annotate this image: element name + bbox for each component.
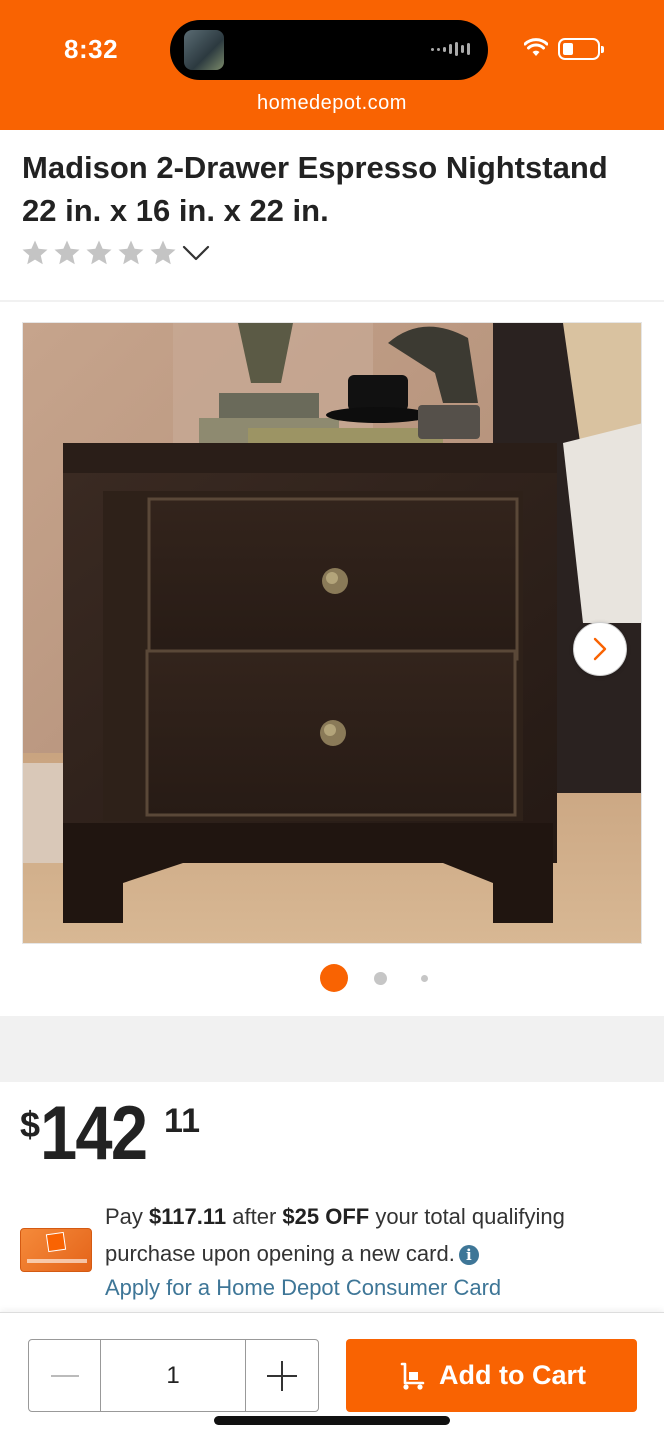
add-to-cart-button[interactable]: Add to Cart <box>346 1339 637 1412</box>
quantity-input[interactable]: 1 <box>100 1339 246 1412</box>
carousel-dot[interactable] <box>374 972 387 985</box>
star-icon <box>86 240 112 265</box>
quantity-increase-button[interactable] <box>245 1339 319 1412</box>
carousel-dot[interactable] <box>421 975 428 982</box>
home-indicator[interactable] <box>214 1416 450 1425</box>
star-icon <box>118 240 144 265</box>
plus-icon <box>267 1360 297 1391</box>
star-icon <box>150 240 176 265</box>
browser-url[interactable]: homedepot.com <box>0 92 664 115</box>
rating-stars[interactable] <box>20 238 178 268</box>
apply-card-link[interactable]: Apply for a Home Depot Consumer Card <box>105 1270 501 1306</box>
card-promo-text: Pay $117.11 after $25 OFF your total qua… <box>105 1204 565 1266</box>
quantity-decrease-button[interactable] <box>28 1339 101 1412</box>
promo-discount: $25 OFF <box>282 1204 370 1229</box>
chevron-right-icon <box>593 637 607 661</box>
minus-icon <box>50 1374 79 1377</box>
chevron-down-icon[interactable] <box>182 243 210 263</box>
status-time: 8:32 <box>64 34 119 64</box>
promo-amount: $117.11 <box>149 1204 227 1229</box>
star-icon <box>22 240 48 265</box>
next-image-button[interactable] <box>573 622 627 676</box>
audio-wave-icon <box>431 42 470 56</box>
wifi-icon <box>524 38 548 56</box>
price-dollars: 142 <box>40 1091 148 1176</box>
product-title: Madison 2-Drawer Espresso Nightstand 22 … <box>22 150 608 228</box>
now-playing-thumbnail <box>184 30 224 70</box>
add-to-cart-label: Add to Cart <box>439 1360 586 1390</box>
price-currency: $ <box>20 1104 41 1145</box>
star-icon <box>54 240 80 265</box>
credit-card-icon <box>20 1228 92 1272</box>
product-image[interactable] <box>22 322 642 944</box>
carousel-dots <box>0 964 664 994</box>
info-icon[interactable]: i <box>458 1245 479 1265</box>
battery-icon <box>558 38 604 60</box>
price-cents: 11 <box>164 1102 200 1140</box>
carousel-dot-active[interactable] <box>320 964 348 992</box>
product-price: $ 142 11 <box>20 1092 200 1176</box>
hand-truck-icon <box>400 1362 425 1390</box>
dynamic-island <box>170 20 488 80</box>
